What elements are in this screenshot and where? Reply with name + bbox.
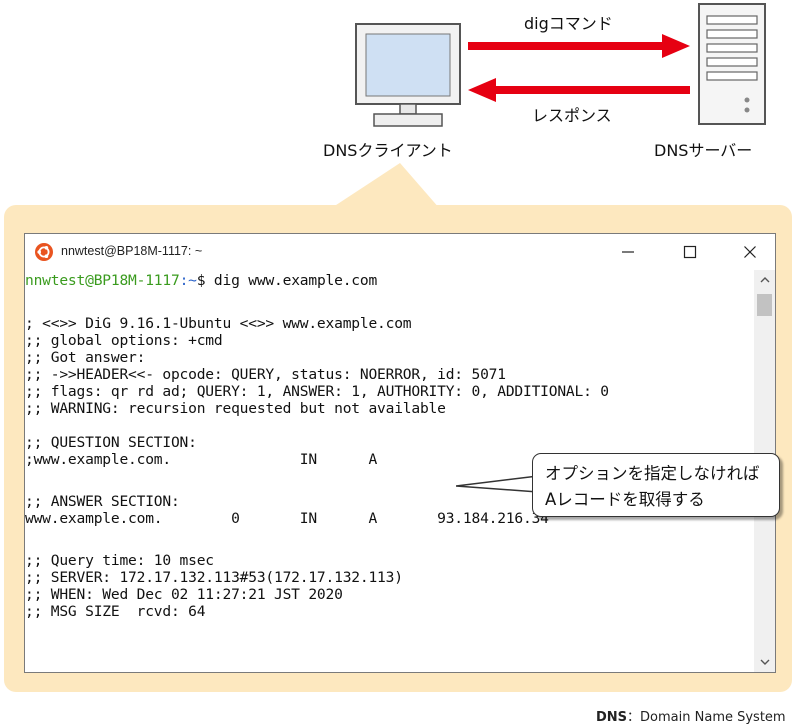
request-arrow: [468, 34, 690, 58]
terminal-line: ;; WARNING: recursion requested but not …: [25, 400, 446, 417]
scroll-down-icon[interactable]: [759, 656, 771, 668]
scroll-thumb[interactable]: [757, 294, 772, 316]
request-label: digコマンド: [524, 14, 613, 33]
annotation-bubble: オプションを指定しなければ Aレコードを取得する: [532, 453, 780, 517]
prompt-command: $ dig www.example.com: [196, 272, 378, 289]
terminal-line: ;; WHEN: Wed Dec 02 11:27:21 JST 2020: [25, 586, 343, 603]
terminal-line: ;; QUESTION SECTION:: [25, 434, 197, 451]
callout-pointer: [330, 163, 440, 209]
terminal-line: ; <<>> DiG 9.16.1-Ubuntu <<>> www.exampl…: [25, 315, 412, 332]
prompt-path: :~: [179, 272, 197, 289]
terminal-line: www.example.com. 0 IN A 93.184.216.34: [25, 510, 549, 527]
response-label: レスポンス: [532, 106, 612, 125]
terminal-line: ;; global options: +cmd: [25, 332, 223, 349]
maximize-button[interactable]: [667, 236, 713, 268]
footnote-expansion: ：Domain Name System: [627, 710, 786, 725]
prompt-user: nnwtest@BP18M-1117: [25, 272, 180, 289]
terminal-line: ;; MSG SIZE rcvd: 64: [25, 603, 206, 620]
server-icon: [698, 3, 766, 125]
annotation-leader-line: [456, 475, 538, 493]
ubuntu-logo-icon: [35, 243, 53, 261]
terminal-line: ;; SERVER: 172.17.132.113#53(172.17.132.…: [25, 569, 403, 586]
close-icon: [744, 246, 756, 258]
response-arrow: [468, 78, 690, 102]
close-button[interactable]: [727, 236, 773, 268]
server-label: DNSサーバー: [654, 141, 753, 160]
client-label: DNSクライアント: [323, 141, 453, 160]
maximize-icon: [683, 245, 697, 259]
footnote: DNS：Domain Name System: [596, 706, 786, 725]
minimize-button[interactable]: [605, 236, 651, 268]
terminal-line: ;; Query time: 10 msec: [25, 552, 214, 569]
annotation-line-2: Aレコードを取得する: [545, 490, 705, 509]
terminal-line: ;www.example.com. IN A: [25, 451, 378, 468]
title-bar[interactable]: nnwtest@BP18M-1117: ~: [25, 234, 775, 270]
window-title: nnwtest@BP18M-1117: ~: [61, 244, 203, 258]
footnote-abbr: DNS: [596, 710, 628, 725]
client-computer-icon: [355, 23, 461, 127]
prompt-line: nnwtest@BP18M-1117:~$ dig www.example.co…: [25, 272, 377, 289]
terminal-line: ;; Got answer:: [25, 349, 146, 366]
terminal-line: ;; ->>HEADER<<- opcode: QUERY, status: N…: [25, 366, 506, 383]
scroll-up-icon[interactable]: [759, 274, 771, 286]
annotation-line-1: オプションを指定しなければ: [545, 464, 760, 483]
minimize-icon: [622, 251, 634, 253]
terminal-line: ;; flags: qr rd ad; QUERY: 1, ANSWER: 1,…: [25, 383, 609, 400]
terminal-line: ;; ANSWER SECTION:: [25, 493, 180, 510]
